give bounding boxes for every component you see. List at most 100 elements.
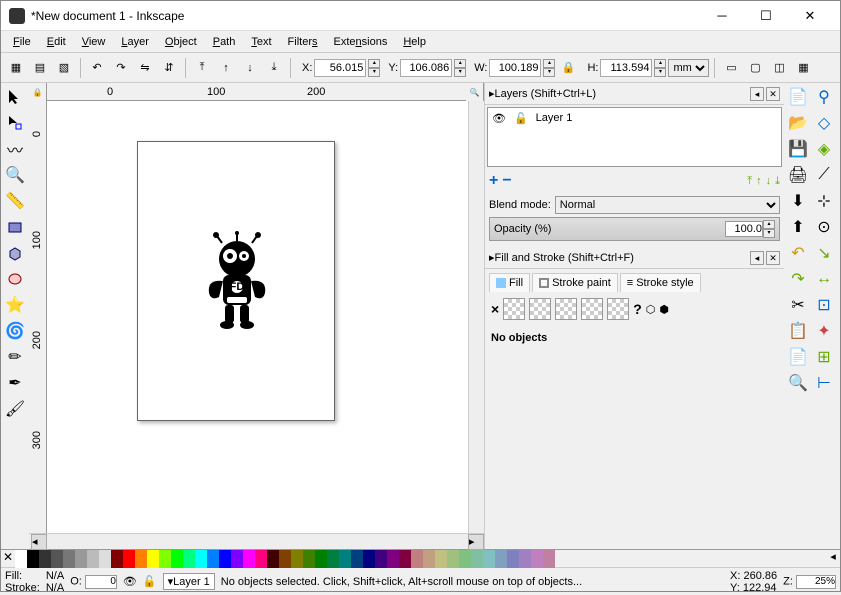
snap-node-icon[interactable]: ◈ — [812, 137, 836, 161]
layer-remove-icon[interactable]: − — [502, 172, 511, 190]
snap-path-icon[interactable]: ⟋ — [812, 163, 836, 187]
robot-artwork[interactable]: FD — [197, 231, 277, 331]
spiral-tool-icon[interactable]: 🌀 — [3, 319, 27, 343]
palette-swatch[interactable] — [135, 550, 147, 568]
paste-icon[interactable]: 📄 — [786, 345, 810, 369]
star-tool-icon[interactable]: ⭐ — [3, 293, 27, 317]
palette-swatch[interactable] — [219, 550, 231, 568]
snap-edge-icon[interactable]: ↘ — [812, 241, 836, 265]
palette-menu-icon[interactable]: ◂ — [826, 550, 840, 567]
fill-close-icon[interactable]: ✕ — [766, 251, 780, 265]
snap-rotation-icon[interactable]: ✦ — [812, 319, 836, 343]
palette-swatch[interactable] — [363, 550, 375, 568]
status-layer-visible-icon[interactable]: 👁 — [123, 575, 137, 588]
y-up[interactable]: ▴ — [454, 59, 466, 68]
palette-swatch[interactable] — [231, 550, 243, 568]
palette-swatch[interactable] — [327, 550, 339, 568]
tab-stroke-paint[interactable]: Stroke paint — [532, 273, 618, 292]
fill-shield-icon[interactable]: ⬡ — [646, 303, 656, 316]
layers-close-icon[interactable]: ✕ — [766, 87, 780, 101]
palette-swatch[interactable] — [471, 550, 483, 568]
palette-swatch[interactable] — [339, 550, 351, 568]
palette-swatch[interactable] — [63, 550, 75, 568]
ruler-origin[interactable]: 🔒 — [29, 83, 47, 101]
palette-swatch[interactable] — [51, 550, 63, 568]
layer-add-icon[interactable]: + — [489, 172, 498, 190]
menu-layer[interactable]: Layer — [113, 33, 157, 51]
palette-swatch[interactable] — [411, 550, 423, 568]
status-opacity[interactable] — [85, 575, 117, 589]
snap-midpoint-icon[interactable]: ↔ — [812, 267, 836, 291]
raise-icon[interactable]: ↑ — [215, 57, 237, 79]
y-down[interactable]: ▾ — [454, 68, 466, 77]
no-paint-icon[interactable]: × — [491, 301, 499, 317]
palette-swatch[interactable] — [195, 550, 207, 568]
menu-help[interactable]: Help — [395, 33, 434, 51]
y-input[interactable] — [400, 59, 452, 77]
tweak-tool-icon[interactable]: 〰 — [3, 137, 27, 161]
snap-center-icon[interactable]: ⊙ — [812, 215, 836, 239]
fill-panel-header[interactable]: ▸ Fill and Stroke (Shift+Ctrl+F) ◂ ✕ — [485, 247, 784, 269]
select-in-layers-icon[interactable]: ▤ — [29, 57, 51, 79]
flip-v-icon[interactable]: ⇵ — [158, 57, 180, 79]
snap-grid-icon[interactable]: ⊞ — [812, 345, 836, 369]
radial-gradient-swatch[interactable] — [555, 298, 577, 320]
palette-swatch[interactable] — [15, 550, 27, 568]
minimize-button[interactable]: ─ — [700, 2, 744, 30]
layer-list[interactable]: 👁 🔓 Layer 1 — [487, 107, 782, 167]
select-all-icon[interactable]: ▦ — [5, 57, 27, 79]
tab-fill[interactable]: Fill — [489, 273, 530, 292]
maximize-button[interactable]: ☐ — [744, 2, 788, 30]
h-up[interactable]: ▴ — [654, 59, 666, 68]
canvas[interactable]: FD — [47, 101, 468, 533]
layer-up-icon[interactable]: ↑ — [756, 175, 762, 187]
h-input[interactable] — [600, 59, 652, 77]
palette-swatch[interactable] — [111, 550, 123, 568]
flip-h-icon[interactable]: ⇋ — [134, 57, 156, 79]
zoom-page-icon[interactable]: 🔍 — [466, 83, 484, 101]
save-icon[interactable]: 💾 — [786, 137, 810, 161]
snap-icon[interactable]: ⚲ — [812, 85, 836, 109]
rotate-cw-icon[interactable]: ↷ — [110, 57, 132, 79]
scroll-left-icon[interactable]: ◂ — [31, 534, 47, 550]
rect-tool-icon[interactable] — [3, 215, 27, 239]
palette-swatch[interactable] — [315, 550, 327, 568]
linear-gradient-swatch[interactable] — [529, 298, 551, 320]
palette-swatch[interactable] — [351, 550, 363, 568]
layer-top-icon[interactable]: ⤒ — [747, 175, 752, 188]
palette-swatch[interactable] — [123, 550, 135, 568]
menu-text[interactable]: Text — [243, 33, 279, 51]
menu-object[interactable]: Object — [157, 33, 205, 51]
unknown-paint-icon[interactable]: ? — [633, 301, 642, 317]
palette-swatch[interactable] — [507, 550, 519, 568]
h-down[interactable]: ▾ — [654, 68, 666, 77]
pencil-tool-icon[interactable]: ✏ — [3, 345, 27, 369]
x-down[interactable]: ▾ — [368, 68, 380, 77]
undo-icon[interactable]: ↶ — [786, 241, 810, 265]
bezier-tool-icon[interactable]: ✒ — [3, 371, 27, 395]
palette-swatch[interactable] — [435, 550, 447, 568]
selector-tool-icon[interactable] — [3, 85, 27, 109]
palette-swatch[interactable] — [147, 550, 159, 568]
layer-bottom-icon[interactable]: ⤓ — [775, 175, 780, 188]
zoom-input[interactable] — [796, 575, 836, 589]
menu-filters[interactable]: Filters — [280, 33, 326, 51]
vertical-scrollbar[interactable] — [468, 101, 484, 533]
palette-swatch[interactable] — [447, 550, 459, 568]
palette-swatch[interactable] — [303, 550, 315, 568]
lower-bottom-icon[interactable]: ⤓ — [263, 57, 285, 79]
ellipse-tool-icon[interactable] — [3, 267, 27, 291]
fill-undock-icon[interactable]: ◂ — [750, 251, 764, 265]
layers-undock-icon[interactable]: ◂ — [750, 87, 764, 101]
zoom-fit-icon[interactable]: 🔍 — [786, 371, 810, 395]
horizontal-scrollbar[interactable]: ◂ ▸ — [29, 533, 484, 549]
palette-swatch[interactable] — [243, 550, 255, 568]
palette-swatch[interactable] — [171, 550, 183, 568]
palette-swatch[interactable] — [543, 550, 555, 568]
menu-view[interactable]: View — [74, 33, 114, 51]
x-up[interactable]: ▴ — [368, 59, 380, 68]
tab-stroke-style[interactable]: ≡Stroke style — [620, 273, 701, 292]
color-palette[interactable]: ✕ ◂ — [1, 549, 840, 567]
palette-swatch[interactable] — [399, 550, 411, 568]
fill-shield2-icon[interactable]: ⬢ — [659, 303, 669, 316]
